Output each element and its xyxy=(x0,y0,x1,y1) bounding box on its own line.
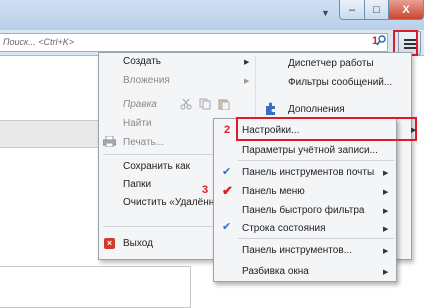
submenu-arrow-icon: ▶ xyxy=(383,170,389,177)
menu-item-menu-bar[interactable]: Панель меню xyxy=(242,186,305,197)
submenu-arrow-icon: ▶ xyxy=(244,59,250,66)
submenu-arrow-icon: ▶ xyxy=(383,269,389,276)
menu-item-create[interactable]: Создать xyxy=(123,56,161,67)
addons-icon xyxy=(264,102,277,118)
menu-item-status-bar[interactable]: Строка состояния xyxy=(242,223,326,234)
annotation-step-3: 3 xyxy=(202,184,209,196)
red-checkmark-icon: ✔ xyxy=(222,183,233,198)
minimize-button[interactable]: – xyxy=(339,0,365,20)
submenu-arrow-icon: ▶ xyxy=(383,226,389,233)
background-pane xyxy=(0,266,191,308)
menu-separator xyxy=(238,160,394,161)
menu-item-message-filters[interactable]: Фильтры сообщений... xyxy=(288,77,392,88)
menu-item-save-as[interactable]: Сохранить как xyxy=(123,161,190,172)
background-pane xyxy=(0,120,101,148)
menu-item-folders[interactable]: Папки xyxy=(123,179,151,190)
menu-item-mail-toolbar[interactable]: Панель инструментов почты xyxy=(242,167,374,178)
cut-icon xyxy=(180,98,192,113)
submenu-arrow-icon: ▶ xyxy=(383,189,389,196)
close-button[interactable]: X xyxy=(388,0,424,20)
submenu-arrow-icon: ▶ xyxy=(244,78,250,85)
menu-item-edit: Правка xyxy=(123,99,157,110)
search-input[interactable]: Поиск... <Ctrl+K> xyxy=(0,33,388,52)
tab-list-arrow-icon[interactable]: ▼ xyxy=(321,8,330,18)
menu-item-exit[interactable]: Выход xyxy=(123,238,153,249)
submenu-arrow-icon: ▶ xyxy=(383,208,389,215)
copy-icon xyxy=(199,98,211,113)
menu-separator xyxy=(238,238,394,239)
submenu-arrow-icon: ▶ xyxy=(383,248,389,255)
menu-item-toolbars[interactable]: Панель инструментов... xyxy=(242,245,352,256)
menu-item-print[interactable]: Печать... xyxy=(123,137,164,148)
menu-item-find[interactable]: Найти xyxy=(123,118,152,129)
checkmark-icon: ✔ xyxy=(222,166,232,178)
annotation-step-1: 1 xyxy=(372,35,379,47)
exit-icon: × xyxy=(104,238,115,249)
menu-item-addons[interactable]: Дополнения xyxy=(288,104,345,115)
submenu-arrow-icon: ▶ xyxy=(411,127,417,134)
paste-icon xyxy=(218,98,230,113)
annotation-step-2: 2 xyxy=(224,124,231,136)
menu-item-attachments[interactable]: Вложения xyxy=(123,75,170,86)
menu-item-account-settings[interactable]: Параметры учётной записи... xyxy=(242,145,378,156)
maximize-button[interactable]: □ xyxy=(364,0,389,20)
menu-item-settings[interactable]: Настройки... xyxy=(242,125,299,136)
menu-item-activity-manager[interactable]: Диспетчер работы xyxy=(288,58,374,69)
menu-item-quick-filter-bar[interactable]: Панель быстрого фильтра xyxy=(242,205,365,216)
options-submenu xyxy=(213,118,397,282)
checkmark-icon: ✔ xyxy=(222,221,232,233)
menu-item-window-layout[interactable]: Разбивка окна xyxy=(242,266,309,277)
printer-icon xyxy=(102,135,117,150)
